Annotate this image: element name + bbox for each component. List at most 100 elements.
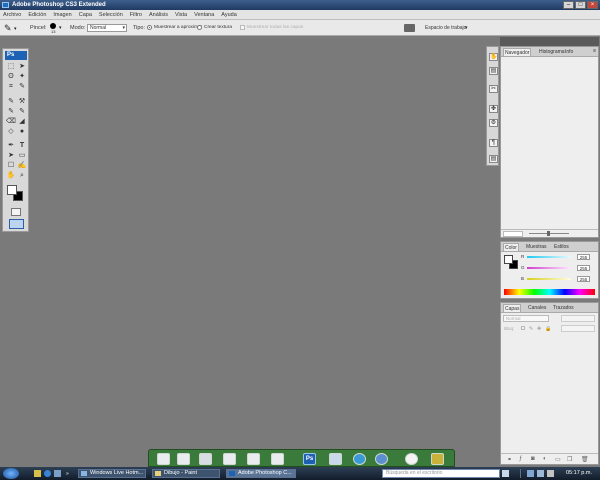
opacity-field[interactable] (561, 315, 595, 322)
eraser-tool-icon[interactable]: ⌫ (6, 117, 16, 126)
maximize-button[interactable]: □ (575, 1, 586, 9)
workspace-chevron-icon[interactable]: ▾ (465, 25, 468, 31)
dock-globe-icon[interactable] (375, 453, 388, 465)
clone-stamp-tool-icon[interactable]: ✎ (6, 107, 16, 116)
adjustment-layer-icon[interactable]: ◐ (543, 456, 547, 462)
paragraph-panel-icon[interactable]: ¶ (489, 139, 498, 147)
sample-all-layers-checkbox[interactable] (240, 25, 245, 30)
tab-canales[interactable]: Canales (527, 304, 547, 312)
type-radio-sample[interactable] (147, 25, 152, 30)
color-foreground-swatch-front[interactable] (504, 255, 513, 264)
menu-imagen[interactable]: Imagen (53, 12, 71, 18)
dock-mail-icon[interactable] (177, 453, 190, 465)
menu-ayuda[interactable]: Ayuda (221, 12, 237, 18)
channel-r-value[interactable]: 255 (577, 254, 590, 260)
quicklaunch-show-desktop-icon[interactable] (54, 470, 61, 477)
blend-mode-select[interactable]: Normal (503, 315, 549, 322)
eyedropper-tool-icon[interactable]: ✍ (17, 161, 27, 170)
tab-navegador[interactable]: Navegador (503, 48, 532, 56)
layer-mask-icon[interactable]: ◙ (531, 456, 535, 462)
dock-photoshop-icon[interactable]: Ps (303, 453, 316, 465)
healing-brush-tool-icon[interactable]: ✎ (6, 97, 16, 106)
history-brush-tool-icon[interactable]: ✎ (17, 107, 27, 116)
menu-ventana[interactable]: Ventana (194, 12, 214, 18)
tab-info[interactable]: Info (564, 48, 574, 56)
panel-dock-header[interactable] (500, 37, 599, 46)
minimize-button[interactable]: – (563, 1, 574, 9)
brush-tool-icon[interactable]: ⚒ (17, 97, 27, 106)
workspace-label[interactable]: Espacio de trabajo (425, 25, 466, 31)
rectangle-tool-icon[interactable]: ▭ (17, 151, 27, 160)
close-button[interactable]: × (587, 1, 598, 9)
tab-muestras[interactable]: Muestras (525, 243, 548, 251)
crop-tool-icon[interactable]: ⌗ (6, 82, 16, 91)
menu-edicion[interactable]: Edición (28, 12, 46, 18)
quicklaunch-ie-icon[interactable] (44, 470, 51, 477)
bridge-icon[interactable] (404, 24, 415, 32)
dock-browser-icon[interactable] (353, 453, 366, 465)
tab-estilos[interactable]: Estilos (553, 243, 570, 251)
tray-security-icon[interactable] (547, 470, 554, 477)
tab-histograma[interactable]: Histograma (538, 48, 566, 56)
taskbar-item-hotmail[interactable]: Windows Live Hotm... (78, 469, 146, 478)
menu-capa[interactable]: Capa (79, 12, 92, 18)
quick-mask-icon[interactable] (11, 208, 21, 216)
channel-r-slider[interactable] (527, 256, 571, 258)
lock-all-icon[interactable]: 🔒 (545, 326, 551, 332)
healing-brush-tool-icon[interactable]: ✎ (4, 23, 12, 34)
lock-position-icon[interactable]: ✥ (537, 326, 541, 332)
layer-comps-panel-icon[interactable]: ⚙ (489, 119, 498, 127)
clone-source-panel-icon[interactable]: ✂ (489, 85, 498, 93)
channel-g-value[interactable]: 255 (577, 265, 590, 271)
dock-tools-icon[interactable] (223, 453, 236, 465)
start-button[interactable] (3, 468, 19, 479)
dock-settings-icon[interactable] (247, 453, 260, 465)
tool-presets-panel-icon[interactable]: ▤ (489, 67, 498, 75)
tab-trazados[interactable]: Trazados (552, 304, 575, 312)
dock-document-icon[interactable] (157, 453, 170, 465)
tab-color[interactable]: Color (503, 243, 519, 251)
dock-folder-icon[interactable] (199, 453, 212, 465)
zoom-tool-icon[interactable]: ⌕ (17, 171, 27, 180)
delete-layer-icon[interactable]: 🗑 (581, 456, 589, 463)
zoom-slider-thumb[interactable] (547, 231, 550, 236)
new-group-icon[interactable]: ▭ (555, 456, 561, 463)
menu-analisis[interactable]: Análisis (149, 12, 168, 18)
channel-b-value[interactable]: 255 (577, 276, 590, 282)
pen-tool-icon[interactable]: ✒ (6, 141, 16, 150)
tab-capas[interactable]: Capas (503, 304, 522, 312)
menu-seleccion[interactable]: Selección (99, 12, 123, 18)
menu-vista[interactable]: Vista (175, 12, 187, 18)
slice-tool-icon[interactable]: ✎ (17, 82, 27, 91)
blur-tool-icon[interactable]: ◇ (6, 127, 16, 136)
menu-filtro[interactable]: Filtro (130, 12, 142, 18)
tray-volume-icon[interactable] (537, 470, 544, 477)
new-layer-icon[interactable]: ❐ (567, 456, 572, 463)
menu-archivo[interactable]: Archivo (3, 12, 21, 18)
color-spectrum-bar[interactable] (504, 289, 595, 295)
search-go-icon[interactable] (502, 470, 509, 477)
dock-clock-icon[interactable] (405, 453, 418, 465)
dock-trash-icon[interactable] (271, 453, 284, 465)
channel-g-slider[interactable] (527, 267, 571, 269)
lock-transparency-icon[interactable] (521, 326, 525, 330)
foreground-color-swatch-front[interactable] (7, 185, 17, 195)
type-radio-texture[interactable] (197, 25, 202, 30)
lock-pixels-icon[interactable]: ✎ (529, 326, 533, 332)
quicklaunch-chevron-icon[interactable]: » (66, 471, 69, 477)
quicklaunch-explorer-icon[interactable] (34, 470, 41, 477)
taskbar-item-paint[interactable]: Dibujo - Paint (152, 469, 220, 478)
magic-wand-tool-icon[interactable]: ✦ (17, 72, 27, 81)
animation-panel-icon[interactable]: ▤ (489, 155, 498, 163)
canvas-workspace[interactable] (30, 37, 485, 467)
taskbar-item-photoshop[interactable]: Adobe Photoshop C... (226, 469, 296, 478)
layer-style-icon[interactable]: ƒ (519, 456, 522, 462)
actions-panel-icon[interactable]: ✤ (489, 105, 498, 113)
move-tool-icon[interactable]: ➤ (17, 62, 27, 71)
link-layers-icon[interactable]: ⚭ (507, 456, 512, 463)
notes-tool-icon[interactable]: ☐ (6, 161, 16, 170)
panel-menu-icon[interactable]: ≡ (593, 48, 596, 54)
tool-preset-chevron-icon[interactable]: ▾ (14, 26, 17, 32)
brush-chevron-icon[interactable]: ▾ (59, 25, 62, 31)
gradient-tool-icon[interactable]: ◢ (17, 117, 27, 126)
